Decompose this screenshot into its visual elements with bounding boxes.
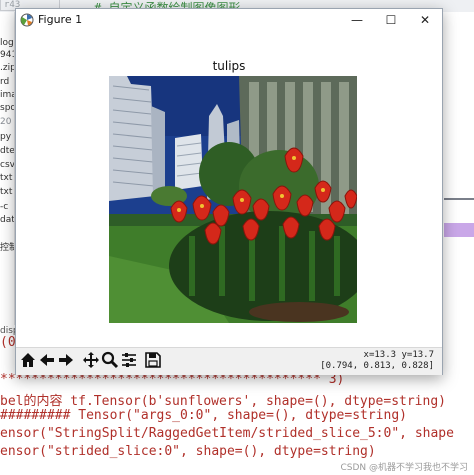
forward-arrow-icon[interactable] — [57, 351, 75, 369]
sidebar-file-item[interactable]: ima — [0, 90, 14, 100]
project-sidebar: log 9410 .zip rd ima spo 20 py dte csv txt txt -c dat… — [0, 12, 15, 342]
cursor-coordinates: x=13.3 y=13.7 [0.794, 0.813, 0.828] — [320, 350, 434, 372]
zoom-icon[interactable] — [101, 351, 119, 369]
sidebar-file-item[interactable]: dte — [0, 146, 14, 156]
figure-canvas[interactable]: tulips — [16, 31, 442, 347]
tulips-image[interactable] — [109, 76, 357, 323]
sidebar-file-item[interactable]: 控制 — [0, 240, 14, 253]
editor-right-gutter — [444, 12, 474, 342]
configure-subplots-icon[interactable] — [120, 351, 138, 369]
pixel-value: [0.794, 0.813, 0.828] — [320, 361, 434, 371]
sidebar-file-item[interactable]: py — [0, 132, 14, 142]
figure-window: Figure 1 — ☐ ✕ tulips x=13.3 y=13.7 [0.7… — [15, 8, 443, 375]
cursor-xy: x=13.3 y=13.7 — [363, 350, 434, 360]
console-line: ensor("StringSplit/RaggedGetItem/strided… — [0, 426, 454, 441]
sidebar-file-item[interactable]: .zip — [0, 63, 14, 73]
csdn-watermark: CSDN @机器不学习我也不学习 — [340, 463, 468, 473]
console-line: ######### Tensor("args_0:0", shape=(), d… — [0, 408, 407, 423]
console-line: ensor("strided_slice:0", shape=(), dtype… — [0, 444, 376, 459]
sidebar-file-item[interactable]: -c — [0, 202, 14, 212]
window-title: Figure 1 — [38, 13, 83, 26]
maximize-button[interactable]: ☐ — [374, 9, 408, 31]
plot-title: tulips — [212, 59, 246, 73]
sidebar-file-item[interactable]: spo — [0, 103, 14, 113]
minimize-button[interactable]: — — [340, 9, 374, 31]
window-titlebar[interactable]: Figure 1 — ☐ ✕ — [16, 9, 442, 31]
sidebar-file-item[interactable]: csv — [0, 160, 14, 170]
highlight-marker — [444, 223, 474, 237]
close-button[interactable]: ✕ — [408, 9, 442, 31]
navigation-toolbar: x=13.3 y=13.7 [0.794, 0.813, 0.828] — [16, 347, 442, 375]
matplotlib-logo-icon — [20, 13, 34, 27]
pan-icon[interactable] — [82, 351, 100, 369]
sidebar-file-item[interactable]: txt — [0, 173, 14, 183]
sidebar-file-item[interactable]: 20 — [0, 117, 14, 127]
sidebar-file-item[interactable]: log — [0, 38, 14, 48]
sidebar-file-item[interactable]: rd — [0, 77, 14, 87]
sidebar-file-item[interactable]: 9410 — [0, 50, 14, 60]
console-line: bel的内容 tf.Tensor(b'sunflowers', shape=()… — [0, 394, 446, 409]
save-icon[interactable] — [144, 351, 162, 369]
scroll-marker — [444, 198, 474, 200]
tulips-photo — [109, 76, 357, 323]
sidebar-file-item[interactable]: dat — [0, 215, 14, 225]
sidebar-file-item[interactable]: txt — [0, 187, 14, 197]
home-icon[interactable] — [19, 351, 37, 369]
back-arrow-icon[interactable] — [38, 351, 56, 369]
